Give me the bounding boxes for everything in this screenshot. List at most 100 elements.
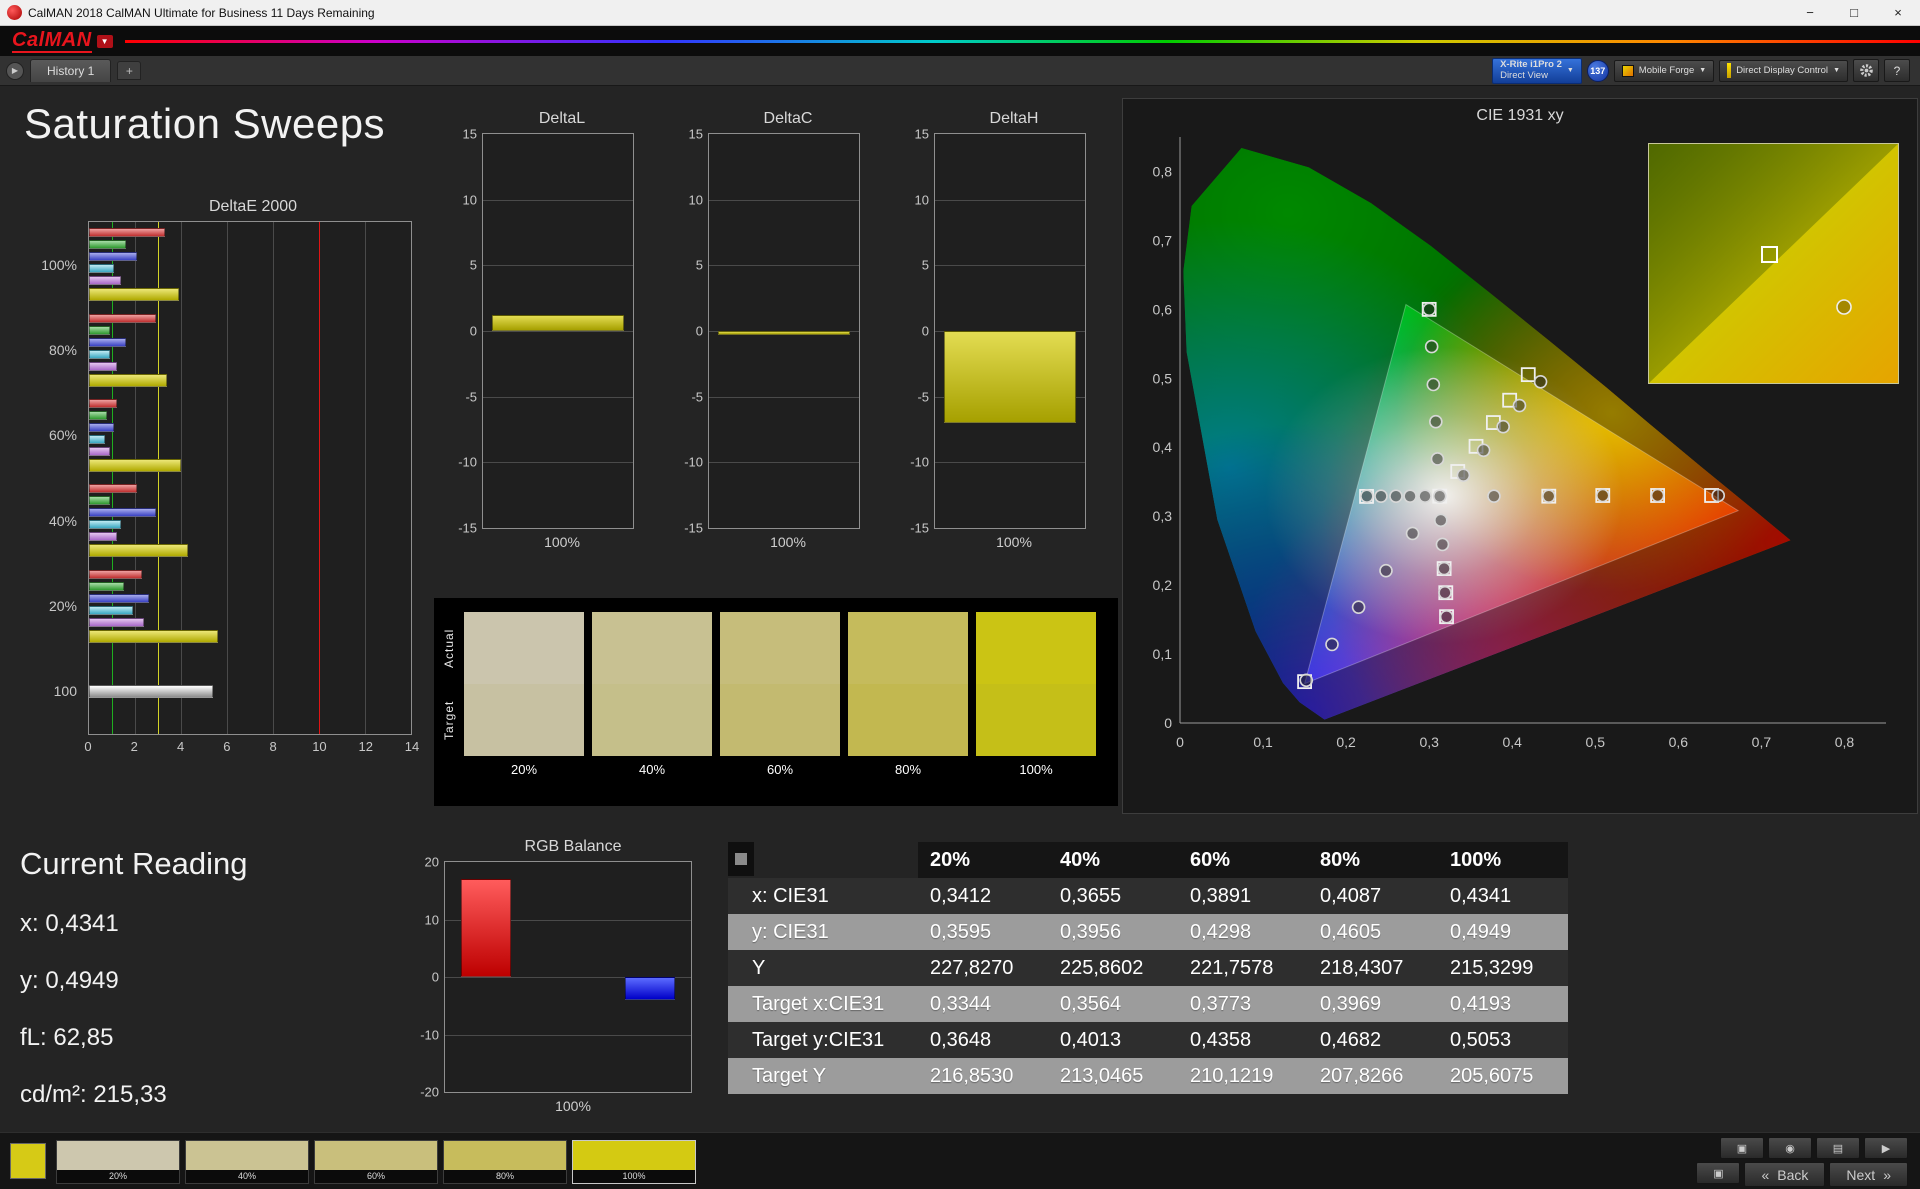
add-tab-button[interactable]: + xyxy=(117,61,142,80)
meter-selector[interactable]: X-Rite i1Pro 2 Direct View ▼ xyxy=(1492,57,1582,84)
pattern-swatch-20[interactable]: 20% xyxy=(56,1140,180,1184)
table-row: Target Y 216,8530 213,0465 210,1219 207,8266… xyxy=(728,1058,1568,1094)
table-row: y: CIE31 0,3595 0,3956 0,4298 0,4605 0,4949 xyxy=(728,914,1568,950)
bar-blue xyxy=(625,977,675,1000)
current-pattern-swatch xyxy=(10,1143,46,1179)
swatch-column: 60% xyxy=(720,612,840,777)
reading-x: x: 0,4341 xyxy=(20,910,119,937)
y-tick-label: -15 xyxy=(684,520,703,536)
pattern-swatch-80[interactable]: 80% xyxy=(443,1140,567,1184)
bar-green xyxy=(89,410,108,420)
swatch-color xyxy=(57,1141,179,1170)
y-tick-label: -5 xyxy=(917,389,929,405)
bar-cyan xyxy=(89,605,133,615)
bar-blue xyxy=(89,422,115,432)
swatch-column: 80% xyxy=(848,612,968,777)
help-button[interactable]: ? xyxy=(1884,59,1910,82)
measured-point-blue xyxy=(1405,526,1420,541)
meter-count-badge[interactable]: 137 xyxy=(1586,59,1609,82)
display-window-button[interactable]: ▣ xyxy=(1696,1162,1741,1184)
calman-logo-menu[interactable]: CalMAN ▼ xyxy=(0,29,125,53)
minimize-button[interactable]: − xyxy=(1788,0,1832,25)
column-header: 20% xyxy=(918,842,1048,878)
bar-red xyxy=(89,569,142,579)
group-label: 20% xyxy=(48,598,77,614)
gridline xyxy=(181,222,182,734)
nav-tool-report-button[interactable]: ▤ xyxy=(1816,1137,1860,1159)
source-selector[interactable]: Mobile Forge ▼ xyxy=(1613,59,1715,82)
x-axis-label: 100% xyxy=(544,534,580,550)
bar-green xyxy=(89,581,124,591)
cell-value: 0,4341 xyxy=(1438,878,1568,914)
pattern-swatch-60[interactable]: 60% xyxy=(314,1140,438,1184)
swatch-color xyxy=(573,1141,695,1170)
bar-yellow xyxy=(89,458,181,472)
maximize-button[interactable]: □ xyxy=(1832,0,1876,25)
cell-value: 0,3595 xyxy=(918,914,1048,950)
pattern-swatch-40[interactable]: 40% xyxy=(185,1140,309,1184)
bar-blue xyxy=(89,337,126,347)
x-tick-label: 0,3 xyxy=(1419,734,1439,750)
next-button[interactable]: Next » xyxy=(1829,1162,1908,1187)
y-tick-label: -10 xyxy=(420,1027,439,1042)
deltaL-chart: DeltaL 15 10 5 0 -5 -10 -15 100% xyxy=(438,110,642,550)
actual-swatch xyxy=(976,612,1096,684)
measured-point-red xyxy=(1595,488,1610,503)
gear-icon xyxy=(1859,64,1873,77)
y-tick-label: 0,6 xyxy=(1153,301,1173,317)
display-control-selector[interactable]: Direct Display Control ▼ xyxy=(1719,59,1848,82)
swatch-label: 60% xyxy=(315,1170,437,1183)
y-tick-label: -15 xyxy=(910,520,929,536)
plot-area: 15 10 5 0 -5 -10 -15 xyxy=(910,127,1086,536)
display-control-color-strip xyxy=(1727,63,1732,78)
bar-green xyxy=(89,496,110,506)
y-tick-label: 20 xyxy=(424,854,439,870)
bar-yellow xyxy=(89,629,218,643)
measured-point-green xyxy=(1422,302,1436,317)
bar-red xyxy=(89,228,165,238)
cell-value: 0,4013 xyxy=(1048,1022,1178,1058)
history-expander-button[interactable]: ▶ xyxy=(6,61,24,80)
measured-point-red xyxy=(1711,488,1726,503)
table-corner-handle xyxy=(728,842,754,876)
back-button[interactable]: « Back xyxy=(1744,1162,1826,1187)
bar-blue xyxy=(89,508,156,518)
source-icon xyxy=(1621,64,1634,77)
measured-point-magenta xyxy=(1435,537,1450,552)
rgb-balance-chart: RGB Balance 20 10 0 -10 -20 100% xyxy=(398,838,702,1114)
logo-bar: CalMAN ▼ xyxy=(0,26,1920,56)
gridline xyxy=(483,462,633,464)
x-tick-label: 4 xyxy=(176,739,185,754)
swatch-column: 20% xyxy=(464,612,584,777)
window-title: CalMAN 2018 CalMAN Ultimate for Business… xyxy=(28,5,375,20)
swatch-color xyxy=(444,1141,566,1170)
measured-point-red xyxy=(1541,489,1556,503)
cell-value: 227,8270 xyxy=(918,950,1048,986)
plot-area: 15 10 5 0 -5 -10 -15 xyxy=(458,127,634,536)
measured-point-yellow xyxy=(1496,419,1510,434)
calman-logo: CalMAN xyxy=(12,29,92,53)
measured-point-magenta xyxy=(1434,513,1448,528)
cie1931-chart: CIE 1931 xy 0 0,1 0,2 0,3 0,4 0,5 0,6 0,… xyxy=(1122,98,1918,814)
row-label: Target x:CIE31 xyxy=(728,986,918,1022)
nav-tool-pattern-window-button[interactable]: ▣ xyxy=(1720,1137,1764,1159)
nav-tool-play-button[interactable]: ▶ xyxy=(1864,1137,1908,1159)
y-tick-label: 10 xyxy=(424,912,439,927)
close-button[interactable]: × xyxy=(1876,0,1920,25)
nav-tool-capture-button[interactable]: ◉ xyxy=(1768,1137,1812,1159)
cell-value: 0,3956 xyxy=(1048,914,1178,950)
x-tick-label: 10 xyxy=(312,739,327,754)
next-label: Next xyxy=(1846,1166,1876,1183)
y-tick-label: 0,1 xyxy=(1153,646,1173,662)
pattern-swatch-100[interactable]: 100% xyxy=(572,1140,696,1184)
bar-red xyxy=(461,879,511,977)
bar-red xyxy=(89,484,138,494)
page-title: Saturation Sweeps xyxy=(24,100,386,147)
actual-swatch xyxy=(464,612,584,684)
settings-button[interactable] xyxy=(1853,59,1879,82)
swatch-label: 20% xyxy=(510,762,538,777)
chart-title: DeltaE 2000 xyxy=(208,198,298,215)
target-swatch xyxy=(848,684,968,756)
tab-history-1[interactable]: History 1 xyxy=(30,59,112,82)
gridline xyxy=(445,1034,691,1036)
